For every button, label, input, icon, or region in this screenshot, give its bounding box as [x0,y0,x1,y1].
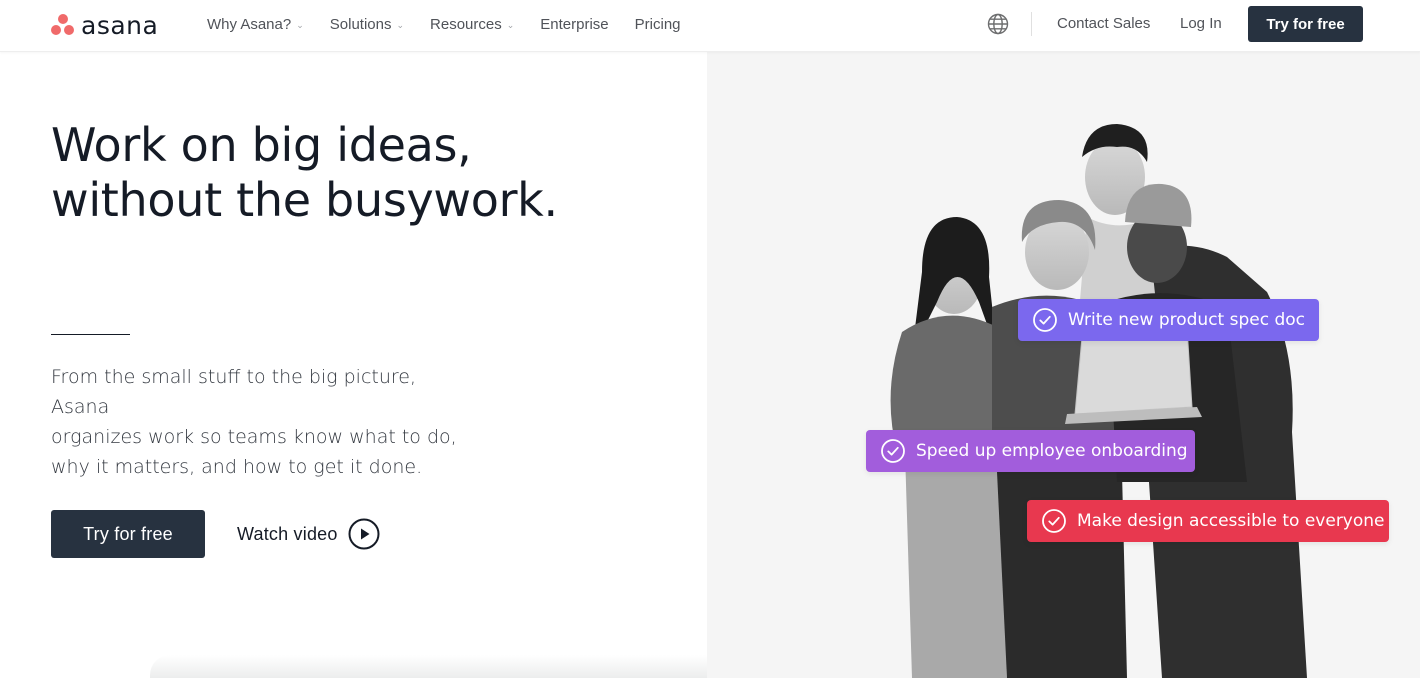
log-in-link[interactable]: Log In [1180,15,1222,32]
top-nav: asana Why Asana? ⌄ Solutions ⌄ Resources… [0,0,1420,52]
play-circle-icon [348,518,380,550]
task-label: Write new product spec doc [1068,310,1306,330]
nav-divider [1031,12,1032,36]
hero-subtitle-line: why it matters, and how to get it done. [51,456,423,478]
nav-item-enterprise[interactable]: Enterprise [540,16,608,33]
nav-item-why-asana[interactable]: Why Asana? ⌄ [207,16,304,33]
hero-title-line: without the busywork. [51,173,558,227]
task-label: Make design accessible to everyone [1077,511,1385,531]
nav-try-for-free-button[interactable]: Try for free [1248,6,1363,42]
hero-try-for-free-button[interactable]: Try for free [51,510,205,558]
hero-subtitle: From the small stuff to the big picture,… [51,362,471,482]
nav-links: Why Asana? ⌄ Solutions ⌄ Resources ⌄ Ent… [207,0,707,48]
check-circle-icon [1033,308,1057,332]
nav-item-solutions[interactable]: Solutions ⌄ [330,16,404,33]
task-label: Speed up employee onboarding [916,441,1188,461]
task-chip-design-accessible: Make design accessible to everyone [1027,500,1389,542]
nav-item-label: Why Asana? [207,15,292,33]
chevron-down-icon: ⌄ [296,19,304,30]
watch-video-button[interactable]: Watch video [237,517,380,551]
check-circle-icon [881,439,905,463]
next-section-edge [150,655,707,678]
nav-item-label: Solutions [329,15,392,33]
globe-icon[interactable] [986,12,1010,36]
nav-item-label: Enterprise [540,15,609,33]
nav-item-pricing[interactable]: Pricing [635,16,681,33]
contact-sales-link[interactable]: Contact Sales [1057,15,1150,32]
nav-item-label: Resources [430,15,502,33]
nav-item-resources[interactable]: Resources ⌄ [430,16,514,33]
watch-video-label: Watch video [237,523,338,544]
hero-title: Work on big ideas, without the busywork. [51,118,691,228]
check-circle-icon [1042,509,1066,533]
nav-item-label: Pricing [634,15,681,33]
hero-subtitle-line: From the small stuff to the big picture,… [51,366,417,418]
task-chip-onboarding: Speed up employee onboarding [866,430,1195,472]
chevron-down-icon: ⌄ [396,19,405,30]
hero-divider [51,334,130,335]
hero-image-panel [707,52,1420,678]
asana-logo-icon [50,14,75,36]
task-chip-write-spec: Write new product spec doc [1018,299,1319,341]
chevron-down-icon: ⌄ [506,19,515,30]
team-photo-image [890,124,1307,678]
logo-text: asana [81,10,159,40]
asana-logo[interactable]: asana [50,12,158,38]
hero-title-line: Work on big ideas, [51,118,472,172]
hero-subtitle-line: organizes work so teams know what to do, [51,426,457,448]
